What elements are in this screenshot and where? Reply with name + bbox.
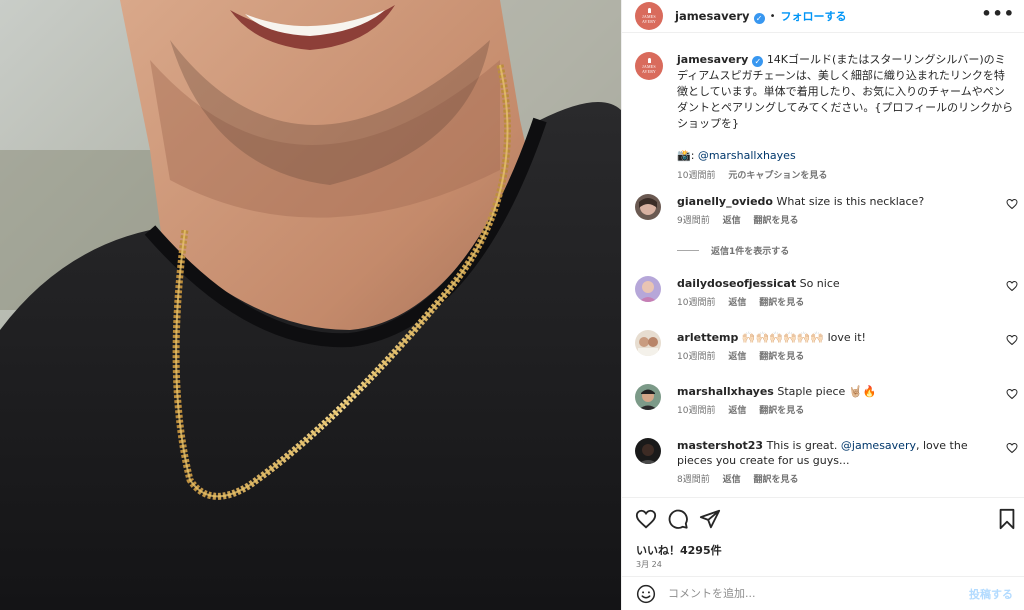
comment-time: 9週間前 (677, 216, 710, 226)
commenter-avatar-image (635, 276, 661, 302)
comment-meta: 9週間前 返信 翻訳を見る (677, 214, 996, 229)
likes-count[interactable]: いいね！4295件 (636, 542, 722, 558)
verified-badge-icon: ✓ (753, 12, 765, 24)
comment-body: marshallxhayes Staple piece 🤘🏼🔥 10週間前 返信… (677, 384, 996, 419)
avatar[interactable] (635, 276, 661, 302)
replies-divider (677, 250, 699, 251)
comment-body: gianelly_oviedo What size is this neckla… (677, 194, 996, 229)
post-photo[interactable] (0, 0, 621, 610)
brand-logo-text: JAMES AVERY (641, 64, 657, 74)
reply-button[interactable]: 返信 (723, 475, 741, 485)
comment-meta: 10週間前 返信 翻訳を見る (677, 296, 996, 311)
comment-time: 10週間前 (677, 352, 716, 362)
avatar[interactable]: JAMES AVERY (635, 2, 663, 30)
comment-body: arlettemp 🙌🏻🙌🏻🙌🏻🙌🏻🙌🏻🙌🏻 love it! 10週間前 返信… (677, 330, 996, 365)
comment-meta: 10週間前 返信 翻訳を見る (677, 404, 996, 419)
comment-username[interactable]: dailydoseofjessicat (677, 277, 796, 290)
like-comment-heart-icon[interactable] (1006, 334, 1018, 346)
avatar[interactable] (635, 330, 661, 356)
post-header: JAMES AVERY jamesavery ✓ • フォローする ••• (622, 0, 1024, 33)
comment-item: dailydoseofjessicat So nice 10週間前 返信 翻訳を… (635, 276, 1020, 311)
commenter-avatar-image (635, 438, 661, 464)
verified-badge-icon: ✓ (752, 56, 764, 67)
reply-button[interactable]: 返信 (728, 352, 746, 362)
photo-credit: 📸: @marshallxhayes (677, 148, 1015, 164)
caption-avatar[interactable]: JAMES AVERY (635, 52, 663, 80)
necklace-photo (0, 0, 621, 610)
see-translation-button[interactable]: 翻訳を見る (754, 475, 799, 485)
see-translation-button[interactable]: 翻訳を見る (759, 406, 804, 416)
comment-body: dailydoseofjessicat So nice 10週間前 返信 翻訳を… (677, 276, 996, 311)
separator-dot: • (769, 10, 776, 22)
brand-logo-text: JAMES AVERY (641, 14, 657, 24)
comment-emoji: 🙌🏻🙌🏻🙌🏻🙌🏻🙌🏻🙌🏻 (741, 331, 825, 344)
share-paper-plane-icon[interactable] (699, 508, 721, 530)
comment-meta: 10週間前 返信 翻訳を見る (677, 350, 996, 365)
comment-username[interactable]: arlettemp (677, 331, 738, 344)
like-comment-heart-icon[interactable] (1006, 442, 1018, 454)
view-replies-label[interactable]: 返信1件を表示する (711, 244, 789, 257)
more-options-icon[interactable]: ••• (981, 6, 1015, 22)
like-comment-heart-icon[interactable] (1006, 198, 1018, 210)
avatar[interactable] (635, 438, 661, 464)
see-translation-button[interactable]: 翻訳を見る (759, 352, 804, 362)
post-actions: いいね！4295件 3月 24 (622, 497, 1024, 575)
comment-username[interactable]: marshallxhayes (677, 385, 774, 398)
comment-text: What size is this necklace? (776, 195, 925, 208)
commenter-avatar-image (635, 194, 661, 220)
post-username-label[interactable]: jamesavery (675, 9, 750, 23)
add-comment-bar: 投稿する (622, 576, 1024, 610)
comment-text: love it! (827, 331, 866, 344)
brand-logo-icon (647, 58, 651, 63)
reply-button[interactable]: 返信 (728, 298, 746, 308)
follow-button[interactable]: フォローする (780, 8, 846, 24)
credit-mention-link[interactable]: @marshallxhayes (698, 149, 796, 162)
comment-username[interactable]: mastershot23 (677, 439, 763, 452)
comment-bubble-icon[interactable] (667, 508, 689, 530)
avatar[interactable] (635, 384, 661, 410)
comment-item: gianelly_oviedo What size is this neckla… (635, 194, 1020, 229)
camera-emoji: 📸: (677, 149, 698, 162)
brand-logo-icon (647, 8, 651, 13)
comment-item: arlettemp 🙌🏻🙌🏻🙌🏻🙌🏻🙌🏻🙌🏻 love it! 10週間前 返信… (635, 330, 1020, 365)
post-username[interactable]: jamesavery ✓ (675, 9, 765, 24)
comment-text: So nice (799, 277, 840, 290)
reply-button[interactable]: 返信 (728, 406, 746, 416)
save-bookmark-icon[interactable] (996, 508, 1018, 530)
see-translation-button[interactable]: 翻訳を見る (754, 216, 799, 226)
comment-time: 10週間前 (677, 406, 716, 416)
comment-username[interactable]: gianelly_oviedo (677, 195, 773, 208)
caption-meta: 10週間前 元のキャプションを見る (677, 168, 1015, 184)
comment-text: Staple piece 🤘🏼🔥 (777, 385, 877, 398)
emoji-smiley-icon[interactable] (636, 584, 656, 604)
post-caption: JAMES AVERY jamesavery ✓ 14Kゴールド(またはスターリン… (635, 52, 1015, 184)
like-heart-icon[interactable] (635, 508, 657, 530)
see-translation-button[interactable]: 翻訳を見る (759, 298, 804, 308)
commenter-avatar-image (635, 330, 661, 356)
comment-input[interactable] (668, 587, 958, 600)
comment-body: mastershot23 This is great. @jamesavery,… (677, 438, 996, 488)
caption-body: jamesavery ✓ 14Kゴールド(またはスターリングシルバー)のミディアム… (677, 52, 1015, 184)
comment-time: 10週間前 (677, 298, 716, 308)
comment-item: marshallxhayes Staple piece 🤘🏼🔥 10週間前 返信… (635, 384, 1020, 419)
caption-time: 10週間前 (677, 171, 716, 181)
like-comment-heart-icon[interactable] (1006, 388, 1018, 400)
comment-meta: 8週間前 返信 翻訳を見る (677, 473, 996, 488)
comment-mention-link[interactable]: @jamesavery (841, 439, 916, 452)
see-original-caption-link[interactable]: 元のキャプションを見る (728, 171, 827, 181)
comment-text: This is great. (766, 439, 838, 452)
caption-username[interactable]: jamesavery (677, 53, 748, 66)
like-comment-heart-icon[interactable] (1006, 280, 1018, 292)
avatar[interactable] (635, 194, 661, 220)
post-detail-panel: JAMES AVERY jamesavery ✓ • フォローする ••• JAM… (621, 0, 1024, 610)
commenter-avatar-image (635, 384, 661, 410)
post-comment-button[interactable]: 投稿する (969, 586, 1013, 602)
view-replies-button[interactable]: 返信1件を表示する (677, 244, 789, 257)
reply-button[interactable]: 返信 (723, 216, 741, 226)
post-date[interactable]: 3月 24 (636, 559, 662, 570)
comment-time: 8週間前 (677, 475, 710, 485)
comment-item: mastershot23 This is great. @jamesavery,… (635, 438, 1020, 488)
